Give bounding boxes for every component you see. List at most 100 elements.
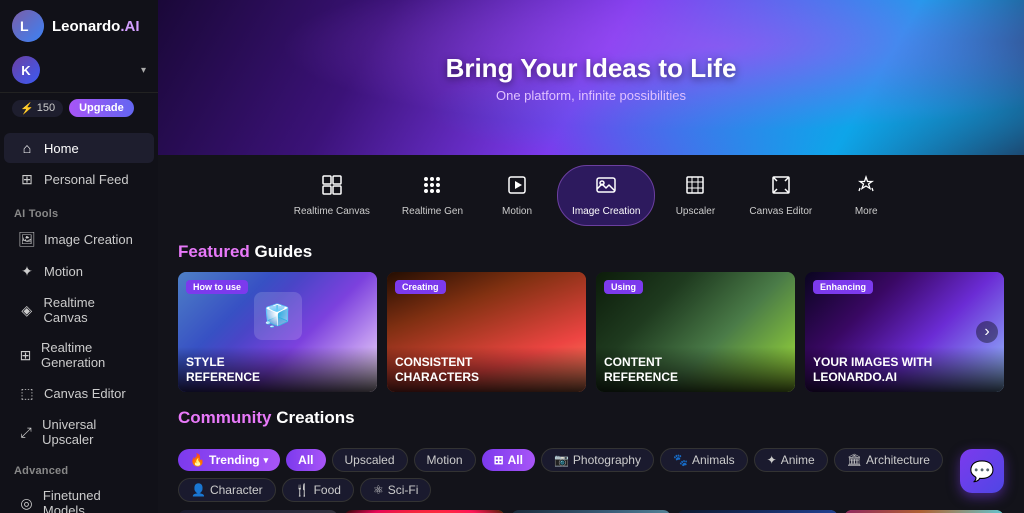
motion-tool-icon: [506, 174, 528, 202]
logo-area: L Leonardo.AI: [0, 0, 158, 50]
guide-tag-4: Enhancing: [813, 280, 873, 294]
upscaler-icon: ⤢: [18, 424, 34, 441]
sidebar-item-personal-feed[interactable]: ⊞ Personal Feed: [4, 164, 154, 195]
sidebar-item-realtime-generation-label: Realtime Generation: [41, 340, 140, 370]
filter-trending[interactable]: 🔥 Trending ▾: [178, 449, 280, 471]
realtime-canvas-icon: ◈: [18, 302, 36, 319]
tool-bar: Realtime Canvas Realtime Gen Motion Imag…: [158, 155, 1024, 232]
hero-subtitle: One platform, infinite possibilities: [496, 88, 686, 103]
community-section: Community Creations: [158, 398, 1024, 442]
hero-title: Bring Your Ideas to Life: [446, 53, 737, 84]
filter-upscaled[interactable]: Upscaled: [332, 448, 408, 472]
realtime-gen-tool-icon: [421, 174, 443, 202]
chat-button[interactable]: 💬: [960, 449, 1004, 493]
tool-motion[interactable]: Motion: [481, 166, 553, 225]
guide-nav-arrow[interactable]: ›: [976, 321, 998, 343]
community-normal: Creations: [272, 408, 355, 427]
logo-avatar: L: [12, 10, 44, 42]
scifi-icon: ⚛: [373, 483, 384, 497]
filter-all-2-label: All: [508, 453, 523, 467]
trending-chevron-icon: ▾: [264, 455, 269, 466]
filter-photography-label: Photography: [573, 453, 641, 467]
logo-text: Leonardo.AI: [52, 18, 140, 35]
tool-realtime-canvas[interactable]: Realtime Canvas: [280, 166, 384, 225]
filter-motion-label: Motion: [427, 453, 463, 467]
tool-canvas-editor[interactable]: Canvas Editor: [735, 166, 826, 225]
tool-more[interactable]: More: [830, 166, 902, 225]
tool-upscaler-label: Upscaler: [676, 206, 715, 217]
chat-icon: 💬: [970, 459, 995, 484]
filter-scifi[interactable]: ⚛ Sci-Fi: [360, 478, 431, 502]
filter-all-1[interactable]: All: [286, 449, 325, 471]
sidebar-item-realtime-generation[interactable]: ⊞ Realtime Generation: [4, 333, 154, 377]
sidebar: L Leonardo.AI K ▾ ⚡ 150 Upgrade ⌂ Home ⊞…: [0, 0, 158, 513]
finetuned-icon: ◎: [18, 495, 35, 512]
sidebar-item-personal-feed-label: Personal Feed: [44, 172, 129, 187]
sidebar-item-image-creation[interactable]: 🖼 Image Creation: [4, 224, 154, 255]
anime-icon: ✦: [767, 453, 777, 467]
guide-tag-1: How to use: [186, 280, 248, 294]
guides-grid: 🧊 How to use STYLEREFERENCE Creating CON…: [178, 272, 1004, 392]
guide-card-2[interactable]: Creating CONSISTENTCHARACTERS: [387, 272, 586, 392]
filter-animals-label: Animals: [692, 453, 735, 467]
guide-text-3: CONTENTREFERENCE: [596, 347, 795, 392]
filter-upscaled-label: Upscaled: [345, 453, 395, 467]
home-icon: ⌂: [18, 140, 36, 156]
token-count: 150: [37, 102, 55, 114]
tool-upscaler[interactable]: Upscaler: [659, 166, 731, 225]
featured-guides-section: Featured Guides 🧊 How to use STYLEREFERE…: [158, 232, 1024, 398]
tokens-row: ⚡ 150 Upgrade: [0, 93, 158, 125]
guide-text-4: YOUR IMAGES WITHLEONARDO.AI: [805, 347, 1004, 392]
sidebar-item-canvas-editor[interactable]: ⬚ Canvas Editor: [4, 378, 154, 409]
sidebar-item-universal-upscaler[interactable]: ⤢ Universal Upscaler: [4, 410, 154, 454]
sidebar-item-finetuned-models-label: Finetuned Models: [43, 488, 140, 513]
image-creation-tool-icon: [595, 174, 617, 202]
filter-all-2[interactable]: ⊞ All: [482, 449, 535, 471]
token-badge: ⚡ 150: [12, 100, 63, 117]
filter-photography[interactable]: 📷 Photography: [541, 448, 654, 472]
user-row[interactable]: K ▾: [0, 50, 158, 93]
token-icon: ⚡: [20, 102, 34, 115]
tool-realtime-gen[interactable]: Realtime Gen: [388, 166, 477, 225]
filter-food[interactable]: 🍴 Food: [282, 478, 354, 502]
ai-tools-section-label: AI Tools: [0, 198, 158, 224]
filter-architecture[interactable]: 🏛 Architecture: [834, 448, 943, 472]
main-nav: ⌂ Home ⊞ Personal Feed: [0, 125, 158, 198]
sidebar-item-realtime-canvas[interactable]: ◈ Realtime Canvas: [4, 288, 154, 332]
upgrade-button[interactable]: Upgrade: [69, 99, 134, 117]
tool-image-creation[interactable]: Image Creation: [557, 165, 655, 226]
hero-banner: Bring Your Ideas to Life One platform, i…: [158, 0, 1024, 155]
tool-motion-label: Motion: [502, 206, 532, 217]
chevron-down-icon: ▾: [141, 65, 146, 76]
filter-motion[interactable]: Motion: [414, 448, 476, 472]
sidebar-item-home-label: Home: [44, 141, 79, 156]
filter-animals[interactable]: 🐾 Animals: [660, 448, 748, 472]
advanced-nav: ◎ Finetuned Models ◎ Training & Datasets…: [0, 481, 158, 513]
realtime-generation-icon: ⊞: [18, 347, 33, 364]
sidebar-item-finetuned-models[interactable]: ◎ Finetuned Models: [4, 481, 154, 513]
architecture-icon: 🏛: [847, 453, 862, 467]
photography-icon: 📷: [554, 453, 569, 467]
guide-title-4: YOUR IMAGES WITHLEONARDO.AI: [813, 355, 996, 384]
image-creation-icon: 🖼: [18, 231, 36, 248]
filter-character-label: Character: [210, 483, 263, 497]
filter-anime[interactable]: ✦ Anime: [754, 448, 828, 472]
tool-realtime-gen-label: Realtime Gen: [402, 206, 463, 217]
guide-title-1: STYLEREFERENCE: [186, 355, 369, 384]
sidebar-item-motion[interactable]: ✦ Motion: [4, 256, 154, 287]
trending-icon: 🔥: [190, 453, 205, 467]
trending-label: Trending: [209, 453, 260, 467]
motion-icon: ✦: [18, 263, 36, 280]
filter-all-1-label: All: [298, 453, 313, 467]
filter-character[interactable]: 👤 Character: [178, 478, 276, 502]
sidebar-item-home[interactable]: ⌂ Home: [4, 133, 154, 163]
sidebar-item-universal-upscaler-label: Universal Upscaler: [42, 417, 140, 447]
guide-card-1[interactable]: 🧊 How to use STYLEREFERENCE: [178, 272, 377, 392]
guide-card-4[interactable]: Enhancing YOUR IMAGES WITHLEONARDO.AI ›: [805, 272, 1004, 392]
main-content: Bring Your Ideas to Life One platform, i…: [158, 0, 1024, 513]
feed-icon: ⊞: [18, 171, 36, 188]
guide-text-2: CONSISTENTCHARACTERS: [387, 347, 586, 392]
more-tool-icon: [855, 174, 877, 202]
filter-anime-label: Anime: [781, 453, 815, 467]
guide-card-3[interactable]: Using CONTENTREFERENCE: [596, 272, 795, 392]
